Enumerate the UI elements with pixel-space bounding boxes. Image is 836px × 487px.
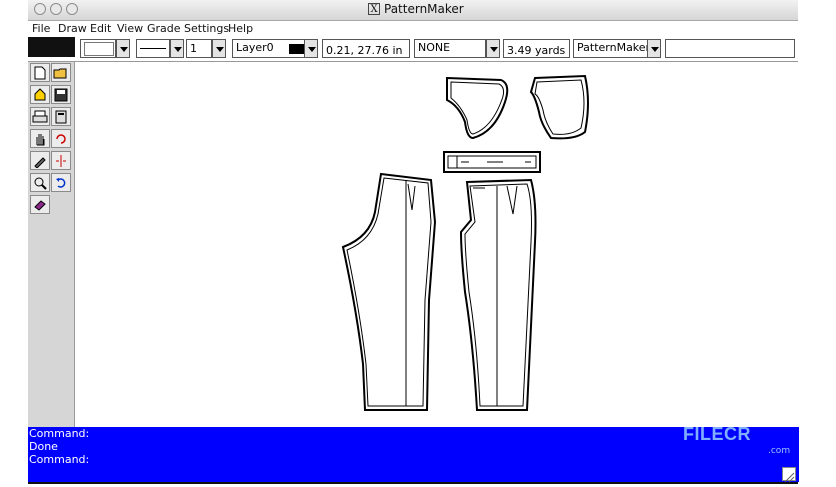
app-mode-value: PatternMaker — [577, 41, 651, 54]
pen-tool-icon[interactable] — [30, 151, 50, 170]
toolbar: 1 Layer0 0.21, 27.76 in NONE 3.49 yards … — [28, 37, 798, 62]
watermark-logo: FILECR — [683, 424, 751, 445]
pan-hand-icon[interactable] — [30, 129, 50, 148]
split-icon[interactable] — [51, 151, 71, 170]
trouser-back-piece[interactable] — [459, 178, 537, 411]
yardage-text: 3.49 yards — [507, 44, 566, 57]
waistband-piece[interactable] — [443, 151, 541, 173]
app-window: X PatternMaker File Draw Edit View Grade… — [28, 0, 799, 484]
resize-grip-icon[interactable] — [782, 467, 796, 483]
grade-dropdown-arrow[interactable] — [486, 39, 500, 58]
menu-help[interactable]: Help — [228, 22, 253, 35]
title-bar: X PatternMaker — [28, 0, 798, 21]
pen-color-dropdown-arrow[interactable] — [116, 39, 130, 58]
watermark-brand: FILECR — [683, 424, 751, 444]
grade-select[interactable]: NONE — [414, 39, 486, 58]
pen-color-swatch — [84, 42, 114, 56]
line-width-select[interactable]: 1 — [186, 39, 212, 58]
coordinate-text: 0.21, 27.76 in — [326, 44, 403, 57]
line-style-sample — [140, 48, 166, 49]
print-icon[interactable] — [30, 107, 50, 126]
menu-grade[interactable]: Grade — [147, 22, 181, 35]
trouser-front-piece[interactable] — [341, 172, 437, 411]
pocket-piece-right[interactable] — [529, 74, 589, 140]
layer-color-swatch — [289, 44, 305, 54]
pocket-piece-left[interactable] — [446, 76, 509, 140]
yardage-readout: 3.49 yards — [503, 39, 570, 58]
open-folder-icon[interactable] — [51, 63, 71, 82]
layer-dropdown-arrow[interactable] — [304, 39, 318, 58]
save-icon[interactable] — [51, 85, 71, 104]
pen-color-select[interactable] — [80, 39, 116, 58]
line-style-dropdown-arrow[interactable] — [170, 39, 184, 58]
layer-value: Layer0 — [236, 41, 274, 54]
app-mode-select[interactable]: PatternMaker — [573, 39, 651, 58]
book-icon[interactable] — [30, 195, 50, 214]
x11-icon: X — [368, 3, 380, 15]
menu-settings[interactable]: Settings — [184, 22, 229, 35]
coordinate-readout: 0.21, 27.76 in — [322, 39, 410, 58]
menu-bar: File Draw Edit View Grade Settings Help — [28, 21, 798, 37]
watermark-suffix: .com — [768, 446, 791, 456]
grade-value: NONE — [418, 41, 451, 54]
undo-icon[interactable] — [51, 173, 71, 192]
menu-edit[interactable]: Edit — [90, 22, 111, 35]
menu-file[interactable]: File — [32, 22, 50, 35]
calculator-icon[interactable] — [51, 107, 71, 126]
command-input[interactable] — [665, 39, 795, 58]
close-window-icon[interactable] — [34, 3, 46, 15]
app-logo — [28, 37, 75, 57]
minimize-window-icon[interactable] — [50, 3, 62, 15]
tool-palette — [28, 62, 75, 427]
menu-view[interactable]: View — [117, 22, 143, 35]
new-file-icon[interactable] — [30, 63, 50, 82]
zoom-window-icon[interactable] — [66, 3, 78, 15]
pattern-pieces — [341, 74, 589, 411]
line-style-select[interactable] — [136, 39, 170, 58]
zoom-icon[interactable] — [30, 173, 50, 192]
rotate-icon[interactable] — [51, 129, 71, 148]
line-width-value: 1 — [190, 42, 197, 55]
window-title: PatternMaker — [384, 2, 464, 16]
line-width-dropdown-arrow[interactable] — [212, 39, 226, 58]
drawing-canvas[interactable] — [75, 62, 798, 427]
app-mode-dropdown-arrow[interactable] — [647, 39, 661, 58]
menu-draw[interactable]: Draw — [58, 22, 87, 35]
layer-select[interactable]: Layer0 — [232, 39, 310, 58]
window-title-group: X PatternMaker — [368, 2, 464, 16]
import-icon[interactable] — [30, 85, 50, 104]
console-line: Command: — [29, 453, 90, 466]
